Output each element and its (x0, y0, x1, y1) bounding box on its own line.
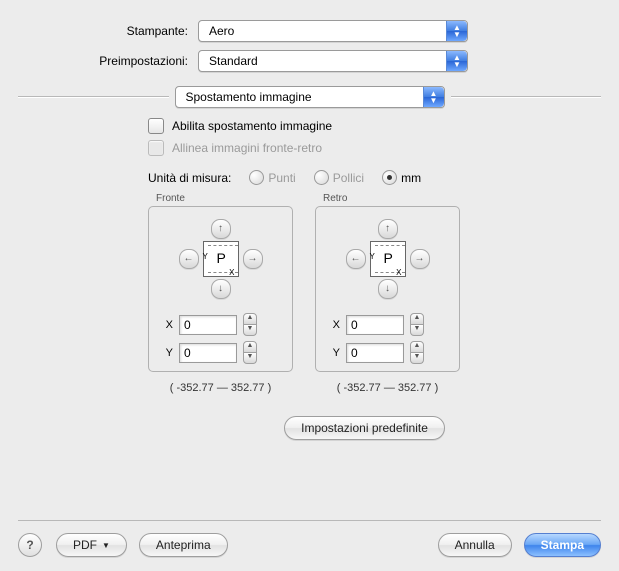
back-y-input[interactable] (346, 343, 404, 363)
enable-shift-checkbox[interactable] (148, 118, 164, 134)
cancel-button[interactable]: Annulla (438, 533, 512, 557)
help-button[interactable]: ? (18, 533, 42, 557)
pane-select[interactable]: Spostamento immagine ▲▼ (175, 86, 445, 108)
defaults-label: Impostazioni predefinite (301, 421, 428, 435)
enable-shift-row: Abilita spostamento immagine (148, 118, 581, 134)
presets-label: Preimpostazioni: (18, 54, 198, 68)
front-panel: ↑ ← Y X P → ↓ (148, 206, 293, 372)
unit-inches-label: Pollici (333, 171, 364, 185)
unit-row: Unità di misura: Punti Pollici mm (148, 170, 581, 185)
front-y-stepper[interactable]: ▲▼ (243, 341, 257, 364)
arrow-down-icon[interactable]: ↓ (211, 279, 231, 299)
defaults-row: Impostazioni predefinite (148, 416, 581, 440)
arrow-left-icon[interactable]: ← (346, 249, 366, 269)
preview-label: Anteprima (156, 538, 211, 552)
separator-line (18, 96, 169, 98)
arrow-up-icon[interactable]: ↑ (378, 219, 398, 239)
unit-label: Unità di misura: (148, 171, 231, 185)
front-panel-wrap: Fronte ↑ ← Y X P → (148, 193, 293, 372)
printer-label: Stampante: (18, 24, 198, 38)
back-x-stepper[interactable]: ▲▼ (410, 313, 424, 336)
back-y-row: Y ▲▼ (326, 341, 449, 364)
printer-select[interactable]: Aero ▲▼ (198, 20, 468, 42)
front-range: ( -352.77 — 352.77 ) (148, 382, 293, 394)
presets-row: Preimpostazioni: Standard ▲▼ (18, 50, 601, 72)
unit-mm[interactable]: mm (382, 170, 421, 185)
arrow-right-icon[interactable]: → (243, 249, 263, 269)
print-button[interactable]: Stampa (524, 533, 601, 557)
front-nav: ↑ ← Y X P → ↓ (159, 219, 282, 299)
pane-separator: Spostamento immagine ▲▼ (18, 86, 601, 108)
print-label: Stampa (541, 538, 584, 552)
enable-shift-label: Abilita spostamento immagine (172, 119, 332, 133)
y-mark: Y (203, 252, 208, 261)
x-mark: X (229, 268, 234, 277)
unit-points[interactable]: Punti (249, 170, 295, 185)
cancel-label: Annulla (455, 538, 495, 552)
back-panel-title: Retro (323, 193, 460, 204)
align-duplex-label: Allinea immagini fronte-retro (172, 141, 322, 155)
x-label: X (159, 319, 173, 331)
arrow-down-icon[interactable]: ↓ (378, 279, 398, 299)
y-label: Y (159, 347, 173, 359)
dropdown-arrows-icon: ▲▼ (446, 51, 467, 71)
pane-content: Abilita spostamento immagine Allinea imm… (148, 118, 581, 440)
x-label: X (326, 319, 340, 331)
align-duplex-row: Allinea immagini fronte-retro (148, 140, 581, 156)
pane-value: Spostamento immagine (186, 90, 312, 104)
back-panel-wrap: Retro ↑ ← Y X P → (315, 193, 460, 372)
y-mark: Y (370, 252, 375, 261)
presets-value: Standard (209, 54, 258, 68)
back-x-row: X ▲▼ (326, 313, 449, 336)
shift-panels: Fronte ↑ ← Y X P → (148, 193, 581, 372)
defaults-button[interactable]: Impostazioni predefinite (284, 416, 445, 440)
unit-inches[interactable]: Pollici (314, 170, 364, 185)
front-panel-title: Fronte (156, 193, 293, 204)
dropdown-arrows-icon: ▲▼ (423, 87, 444, 107)
back-range: ( -352.77 — 352.77 ) (315, 382, 460, 394)
x-mark: X (396, 268, 401, 277)
back-nav: ↑ ← Y X P → ↓ (326, 219, 449, 299)
front-x-input[interactable] (179, 315, 237, 335)
align-duplex-checkbox (148, 140, 164, 156)
pdf-label: PDF (73, 538, 97, 552)
range-row: ( -352.77 — 352.77 ) ( -352.77 — 352.77 … (148, 382, 581, 394)
radio-icon (382, 170, 397, 185)
front-page-preview: Y X P (203, 241, 239, 277)
pdf-menu-button[interactable]: PDF (56, 533, 127, 557)
arrow-up-icon[interactable]: ↑ (211, 219, 231, 239)
y-label: Y (326, 347, 340, 359)
unit-points-label: Punti (268, 171, 295, 185)
p-mark: P (384, 250, 393, 266)
p-mark: P (217, 250, 226, 266)
printer-row: Stampante: Aero ▲▼ (18, 20, 601, 42)
help-icon: ? (26, 538, 33, 552)
back-page-preview: Y X P (370, 241, 406, 277)
separator-line (451, 96, 602, 98)
arrow-right-icon[interactable]: → (410, 249, 430, 269)
unit-mm-label: mm (401, 171, 421, 185)
radio-icon (249, 170, 264, 185)
front-y-input[interactable] (179, 343, 237, 363)
print-dialog: Stampante: Aero ▲▼ Preimpostazioni: Stan… (0, 0, 619, 571)
front-x-row: X ▲▼ (159, 313, 282, 336)
back-panel: ↑ ← Y X P → ↓ (315, 206, 460, 372)
front-y-row: Y ▲▼ (159, 341, 282, 364)
printer-value: Aero (209, 24, 234, 38)
presets-select[interactable]: Standard ▲▼ (198, 50, 468, 72)
dropdown-arrows-icon: ▲▼ (446, 21, 467, 41)
back-y-stepper[interactable]: ▲▼ (410, 341, 424, 364)
preview-button[interactable]: Anteprima (139, 533, 228, 557)
arrow-left-icon[interactable]: ← (179, 249, 199, 269)
front-x-stepper[interactable]: ▲▼ (243, 313, 257, 336)
back-x-input[interactable] (346, 315, 404, 335)
dialog-footer: ? PDF Anteprima Annulla Stampa (18, 520, 601, 557)
radio-icon (314, 170, 329, 185)
